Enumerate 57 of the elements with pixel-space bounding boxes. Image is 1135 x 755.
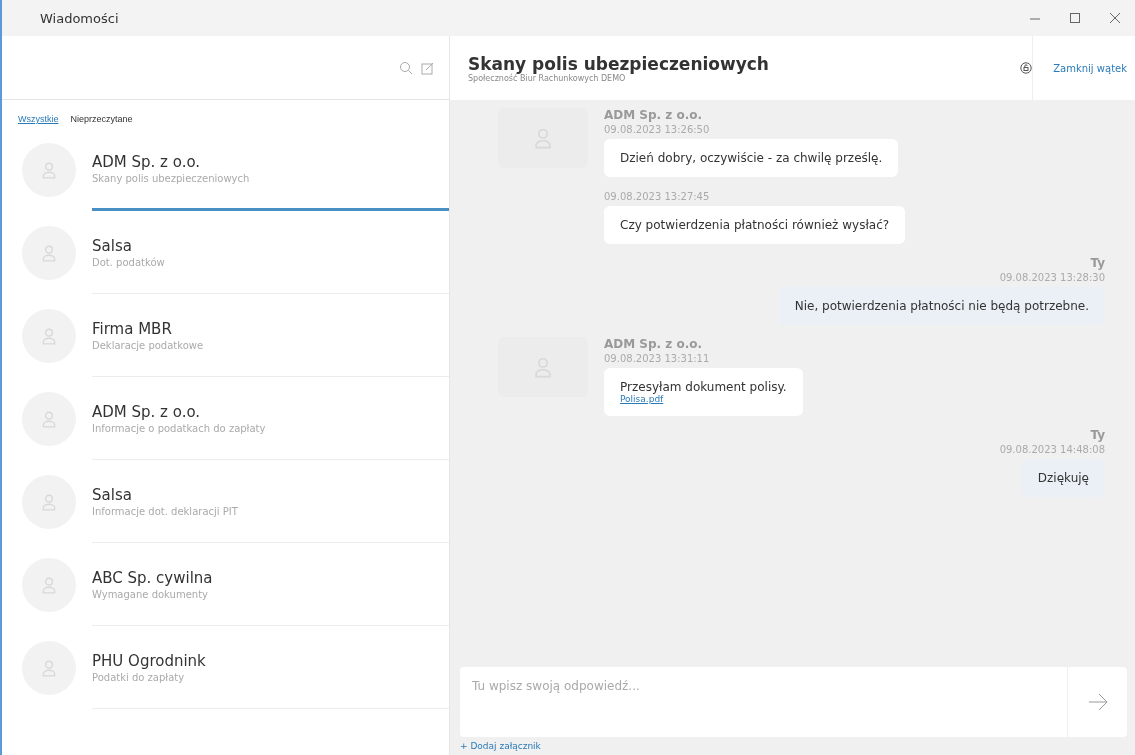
- message-time: 09.08.2023 13:26:50: [604, 124, 710, 135]
- add-attachment-link[interactable]: + Dodaj załącznik: [460, 741, 541, 751]
- thread-title: Skany polis ubezpieczeniowych: [468, 53, 770, 74]
- message-text: Dziękuję: [1037, 471, 1089, 485]
- conversation-item[interactable]: ABC Sp. cywilna Wymagane dokumenty: [92, 543, 449, 626]
- lock-icon: [1020, 62, 1033, 74]
- window-title: Wiadomości: [40, 10, 120, 26]
- message-time: 09.08.2023 14:48:08: [999, 444, 1105, 455]
- conversation-item[interactable]: Salsa Dot. podatków: [92, 211, 449, 294]
- person-icon: [40, 326, 58, 345]
- sender-name: ADM Sp. z o.o.: [604, 337, 703, 351]
- arrow-icon: [1086, 691, 1109, 713]
- conversation-subject: Podatki do zapłaty: [92, 671, 186, 683]
- compose-icon[interactable]: [421, 60, 435, 75]
- community-name: Społeczność Biur Rachunkowych DEMO: [468, 73, 626, 83]
- message-text: Nie, potwierdzenia płatności nie będą potrzebne.: [794, 299, 1089, 313]
- person-icon: [40, 492, 58, 511]
- message-text: Przesyłam dokument polisy.: [620, 380, 787, 394]
- conversation-subject: Wymagane dokumenty: [92, 588, 209, 600]
- send-button[interactable]: [1067, 667, 1127, 737]
- sender-name: ADM Sp. z o.o.: [604, 108, 703, 122]
- conversation-name: ADM Sp. z o.o.: [92, 402, 202, 421]
- person-icon: [40, 409, 58, 428]
- conversation-name: ADM Sp. z o.o.: [92, 152, 202, 171]
- conversation-name: PHU Ogrodnink: [92, 651, 207, 670]
- maximize-icon: [1070, 13, 1080, 23]
- conversation-name: Salsa: [92, 236, 133, 255]
- person-icon: [40, 160, 58, 179]
- person-icon: [40, 575, 58, 594]
- reply-field[interactable]: Tu wpisz swoją odpowiedź...: [460, 667, 1067, 737]
- filter-tab[interactable]: Nieprzeczytane: [70, 114, 133, 124]
- close-thread-link[interactable]: Zamknij wątek: [1032, 36, 1135, 100]
- message-time: 09.08.2023 13:31:11: [604, 353, 710, 364]
- conversation-subject: Deklaracje podatkowe: [92, 339, 205, 351]
- sender-name: Ty: [1090, 256, 1105, 270]
- message-time: 09.08.2023 13:27:45: [604, 191, 710, 202]
- conversation-item[interactable]: Salsa Informacje dot. deklaracji PIT: [92, 460, 449, 543]
- person-icon: [40, 243, 58, 262]
- conversation-name: ABC Sp. cywilna: [92, 568, 214, 587]
- message-text: Dzień dobry, oczywiście - za chwilę prześlę.: [620, 151, 883, 165]
- search-icon[interactable]: [399, 60, 413, 75]
- conversation-subject: Dot. podatków: [92, 256, 166, 268]
- close-icon: [1110, 13, 1120, 23]
- filter-tab[interactable]: Wszystkie: [18, 114, 59, 124]
- attachment-link[interactable]: Polisa.pdf: [620, 394, 787, 404]
- conversation-item[interactable]: Firma MBR Deklaracje podatkowe: [92, 294, 449, 377]
- conversation-subject: Skany polis ubezpieczeniowych: [92, 172, 251, 184]
- message-text: Czy potwierdzenia płatności również wysłać?: [620, 218, 890, 232]
- conversation-subject: Informacje dot. deklaracji PIT: [92, 505, 239, 517]
- conversation-name: Firma MBR: [92, 319, 173, 338]
- person-icon: [40, 658, 58, 677]
- conversation-item[interactable]: ADM Sp. z o.o. Informacje o podatkach do zapłaty: [92, 377, 449, 460]
- conversation-subject: Informacje o podatkach do zapłaty: [92, 422, 267, 434]
- conversation-item[interactable]: PHU Ogrodnink Podatki do zapłaty: [92, 626, 449, 709]
- conversation-name: Salsa: [92, 485, 133, 504]
- message-time: 09.08.2023 13:28:30: [999, 272, 1105, 283]
- sender-name: Ty: [1090, 428, 1105, 442]
